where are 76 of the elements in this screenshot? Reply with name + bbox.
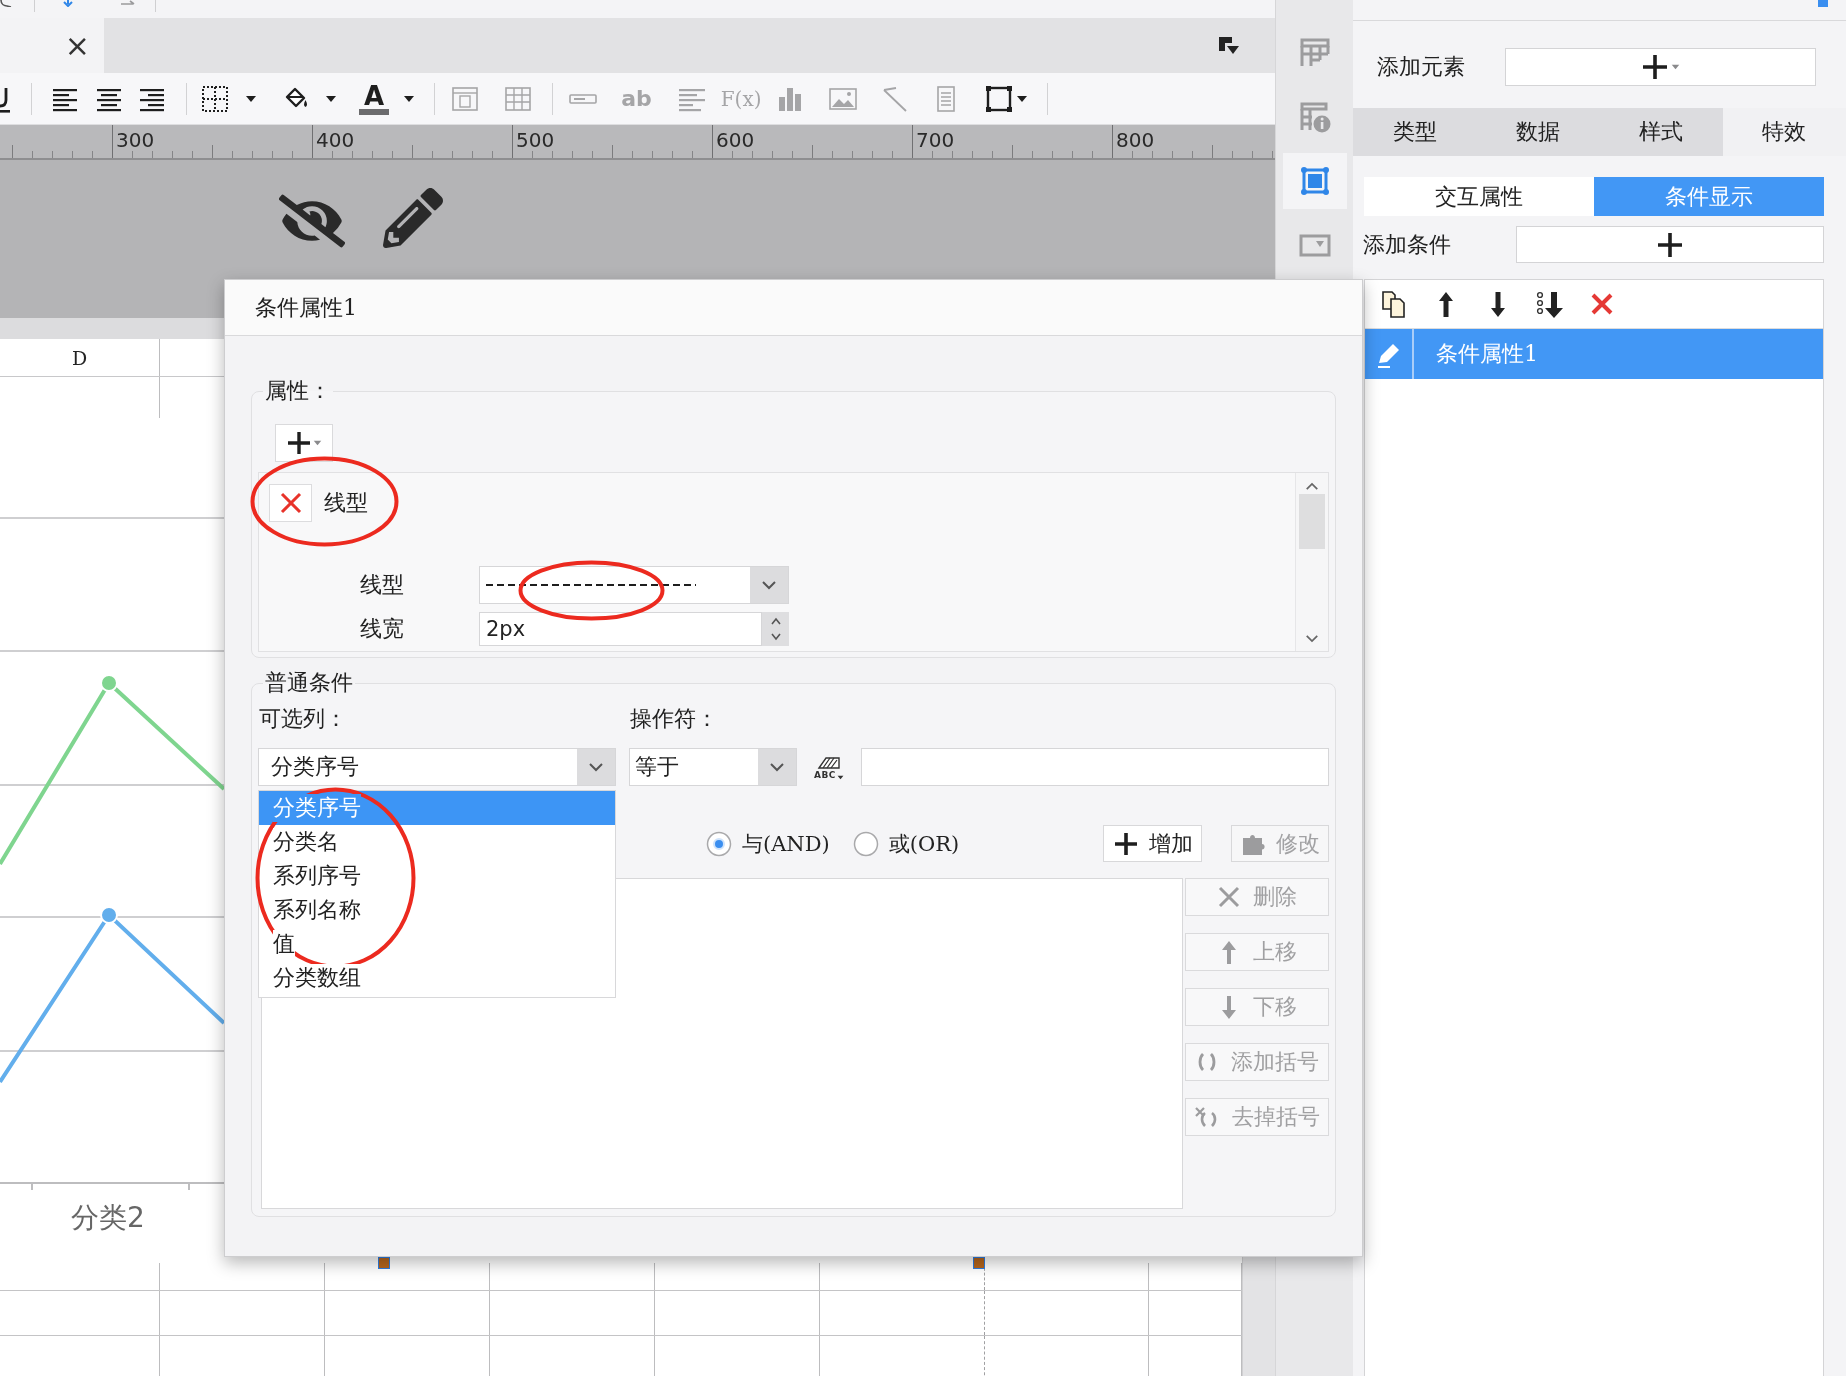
tab[interactable]: 数据 (1476, 108, 1600, 156)
square-frame-icon[interactable] (984, 83, 1015, 114)
dropdown-option[interactable]: 系列序号 (259, 859, 615, 893)
group-legend: 属性： (263, 378, 333, 404)
plus-icon[interactable] (286, 431, 311, 455)
chevron-down-icon[interactable] (769, 762, 785, 772)
plus-icon[interactable] (1112, 830, 1139, 857)
dropdown-option[interactable]: 分类数组 (259, 961, 615, 995)
chevron-up-icon[interactable] (1305, 482, 1319, 491)
data-point (100, 906, 118, 924)
dialog-title: 条件属性1 (255, 293, 357, 322)
dropdown-option[interactable]: 值 (259, 927, 615, 961)
line-style-dropdown[interactable] (479, 566, 789, 604)
ruler-label: 700 (916, 128, 955, 152)
magnifier-icon[interactable] (0, 0, 12, 7)
radio-option[interactable]: 或(OR) (852, 829, 960, 858)
chevron-down-icon[interactable] (1305, 634, 1319, 643)
close-button[interactable]: × (62, 29, 92, 62)
group-legend: 普通条件 (263, 670, 355, 696)
tab[interactable]: 交互属性 (1364, 177, 1594, 216)
ruler-label: 400 (316, 128, 355, 152)
tab[interactable]: 样式 (1599, 108, 1723, 156)
cross-icon[interactable] (278, 491, 303, 515)
dotted-grid-icon[interactable] (200, 83, 230, 114)
tab[interactable]: 类型 (1353, 108, 1477, 156)
axis-label: 分类2 (71, 1200, 145, 1236)
resize-handle[interactable] (378, 1257, 390, 1269)
ruler-label: 800 (1116, 128, 1155, 152)
editor-tab[interactable]: × (0, 18, 104, 73)
caret-icon[interactable] (836, 774, 844, 780)
radio-icon[interactable] (706, 830, 732, 857)
delete-button[interactable] (269, 484, 312, 522)
plus-icon[interactable] (1657, 231, 1683, 258)
side-tool-button[interactable] (1282, 153, 1347, 209)
formula-button[interactable]: ABC (810, 748, 848, 786)
ruler-label: 600 (716, 128, 755, 152)
ruler-label: 300 (116, 128, 155, 152)
vertical-scrollbar[interactable] (1295, 473, 1328, 651)
data-point (100, 674, 118, 692)
pencil-icon (383, 188, 443, 248)
ruler-label: 500 (516, 128, 555, 152)
chevron-down-icon[interactable] (588, 762, 604, 772)
add-attribute-button[interactable] (275, 424, 333, 462)
font-color-button[interactable]: A (359, 82, 390, 115)
radio-option[interactable]: 与(AND) (706, 829, 830, 858)
field-label: 添加元素 (1377, 53, 1466, 81)
column-dropdown[interactable]: 分类序号 (258, 748, 616, 786)
operator-dropdown[interactable]: 等于 (629, 748, 797, 786)
field-label: 操作符： (629, 705, 719, 733)
vertical-scrollbar[interactable] (1242, 1257, 1275, 1376)
attribute-name: 线型 (324, 489, 368, 517)
caret-icon[interactable] (325, 94, 337, 103)
caret-icon[interactable] (403, 94, 416, 103)
move-to-bottom-icon[interactable] (1536, 289, 1564, 319)
resize-handle[interactable] (973, 1257, 985, 1269)
field-label: 线宽 (360, 615, 405, 643)
field-label: 线型 (360, 571, 405, 599)
caret-icon[interactable] (245, 94, 257, 103)
add-button[interactable]: 增加 (1103, 825, 1202, 862)
field-label: 添加条件 (1363, 230, 1452, 259)
value-input[interactable] (861, 748, 1329, 786)
column-header[interactable]: D (0, 339, 160, 376)
scrollbar-thumb[interactable] (1299, 494, 1325, 549)
spinner-arrows-icon[interactable] (769, 616, 782, 642)
copy-icon[interactable] (1380, 289, 1408, 319)
dropdown-option[interactable]: 系列名称 (259, 893, 615, 927)
chevron-down-icon[interactable] (761, 580, 777, 590)
field-label: 可选列： (258, 705, 348, 733)
radio-icon[interactable] (852, 830, 879, 857)
eraser-icon[interactable] (817, 754, 841, 770)
arrow-icon[interactable] (120, 0, 136, 7)
dropdown-option[interactable]: 分类名 (259, 825, 615, 859)
arrow-icon[interactable] (62, 0, 74, 7)
line-width-input[interactable]: 2px (479, 612, 762, 646)
caret-icon[interactable] (1016, 94, 1029, 103)
plus-icon[interactable] (1641, 54, 1668, 80)
